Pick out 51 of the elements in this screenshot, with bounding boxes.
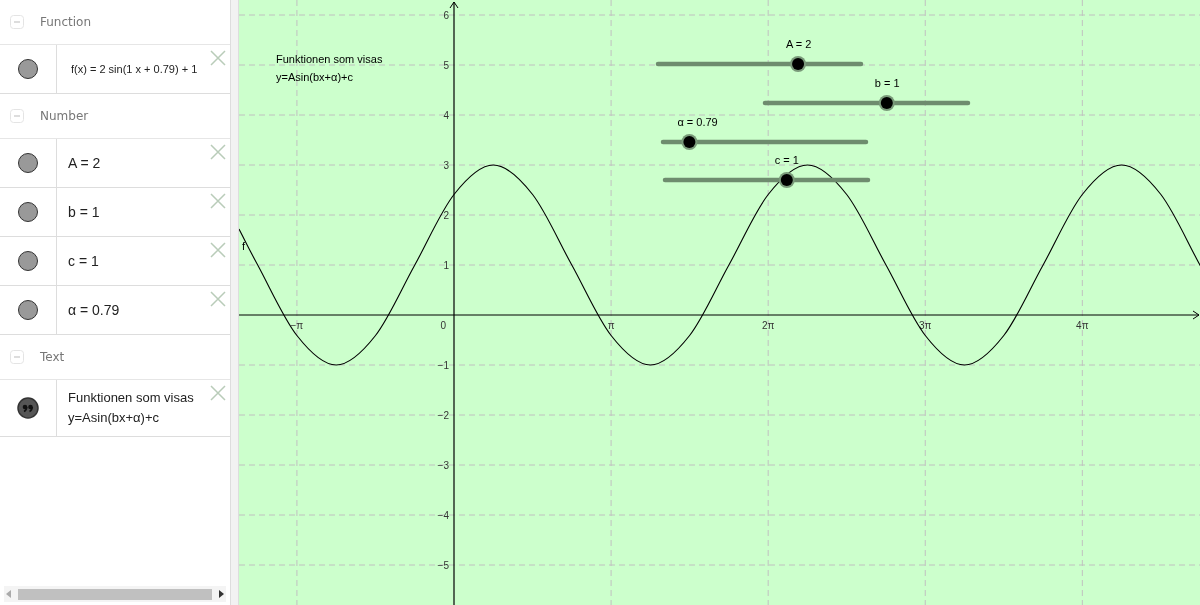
graphics-view[interactable]: −π 0 π 2π 3π 4π −5 −4 −3 −2 −1 1 2 3 4 5 6 f Funktionen som visas y=Asin(bx+α)+c A = 2 b = 1 α = 0.79 c = 1 — [238, 0, 1200, 605]
object-definition: b = 1 — [68, 203, 100, 222]
quote-icon[interactable] — [17, 397, 39, 419]
object-definition: f(x) = 2 sin(1 x + 0.79) + 1 — [70, 62, 198, 77]
slider-label: c = 1 — [774, 154, 799, 166]
visibility-toggle[interactable] — [18, 300, 38, 320]
text-line: Funktionen som visas — [68, 389, 194, 407]
visibility-toggle[interactable] — [18, 153, 38, 173]
text-line: y=Asin(bx+α)+c — [275, 71, 353, 83]
tick-label: 4π — [1075, 320, 1089, 331]
tick-label: π — [607, 320, 615, 331]
scrollbar[interactable] — [4, 586, 226, 602]
tick-label: −2 — [437, 410, 449, 421]
text-line: Funktionen som visas — [275, 53, 383, 65]
tick-label: 6 — [443, 10, 449, 21]
tick-label: 3 — [443, 160, 449, 171]
section-title: Text — [40, 350, 65, 364]
scrollbar-thumb[interactable] — [18, 588, 212, 600]
slider-label: A = 2 — [785, 38, 812, 50]
tick-label: 2π — [761, 320, 775, 331]
object-definition: c = 1 — [68, 252, 99, 271]
tick-label: 4 — [443, 110, 449, 121]
slider-track[interactable] — [662, 172, 871, 188]
tick-label: 5 — [443, 60, 449, 71]
visibility-toggle[interactable] — [18, 251, 38, 271]
slider-label: α = 0.79 — [677, 116, 718, 128]
tick-label: −4 — [437, 510, 449, 521]
visibility-toggle[interactable] — [18, 59, 38, 79]
slider-thumb[interactable] — [778, 172, 795, 188]
section-title: Number — [40, 109, 89, 123]
visibility-toggle[interactable] — [18, 202, 38, 222]
tick-label: 3π — [918, 320, 932, 331]
slider-thumb[interactable] — [681, 134, 698, 150]
tick-label: −5 — [437, 560, 449, 571]
tick-label: −1 — [437, 360, 449, 371]
object-definition: A = 2 — [68, 154, 101, 173]
slider-label: b = 1 — [874, 77, 900, 89]
text-line: y=Asin(bx+α)+c — [68, 409, 159, 427]
slider-track[interactable] — [762, 95, 971, 111]
tick-label: −3 — [437, 460, 449, 471]
slider-track[interactable] — [655, 56, 864, 72]
tick-label: −π — [290, 320, 304, 331]
curve-label: f — [241, 240, 245, 252]
tick-label: 1 — [443, 260, 449, 271]
object-definition: α = 0.79 — [68, 301, 120, 320]
origin-label: 0 — [440, 320, 446, 331]
tick-label: 2 — [443, 210, 449, 221]
section-title: Function — [40, 15, 92, 29]
slider-thumb[interactable] — [878, 95, 895, 111]
slider-track[interactable] — [660, 134, 869, 150]
slider-thumb[interactable] — [789, 56, 806, 72]
